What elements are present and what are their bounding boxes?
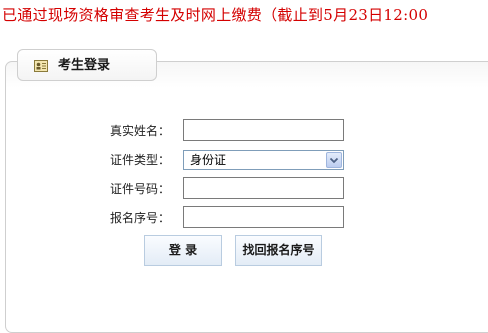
recover-reg-number-button[interactable]: 找回报名序号 — [235, 235, 322, 266]
reg-number-label: 报名序号： — [109, 211, 170, 225]
panel-tab: 考生登录 — [17, 49, 157, 81]
chevron-down-icon — [329, 157, 339, 164]
id-type-selected-value: 身份证 — [190, 153, 227, 167]
name-label: 真实姓名： — [109, 124, 170, 138]
dropdown-button[interactable] — [326, 152, 342, 168]
id-card-icon — [34, 60, 48, 72]
reg-number-input[interactable] — [183, 206, 344, 228]
payment-notice: 已通过现场资格审查考生及时网上缴费（截止到5月23日12:00 — [2, 6, 429, 24]
id-type-label: 证件类型： — [109, 153, 170, 167]
id-type-select[interactable]: 身份证 — [183, 150, 344, 170]
id-number-label: 证件号码： — [109, 182, 170, 196]
login-button[interactable]: 登 录 — [144, 235, 222, 266]
id-number-input[interactable] — [183, 177, 344, 199]
panel-title: 考生登录 — [58, 58, 111, 73]
name-input[interactable] — [183, 119, 344, 141]
